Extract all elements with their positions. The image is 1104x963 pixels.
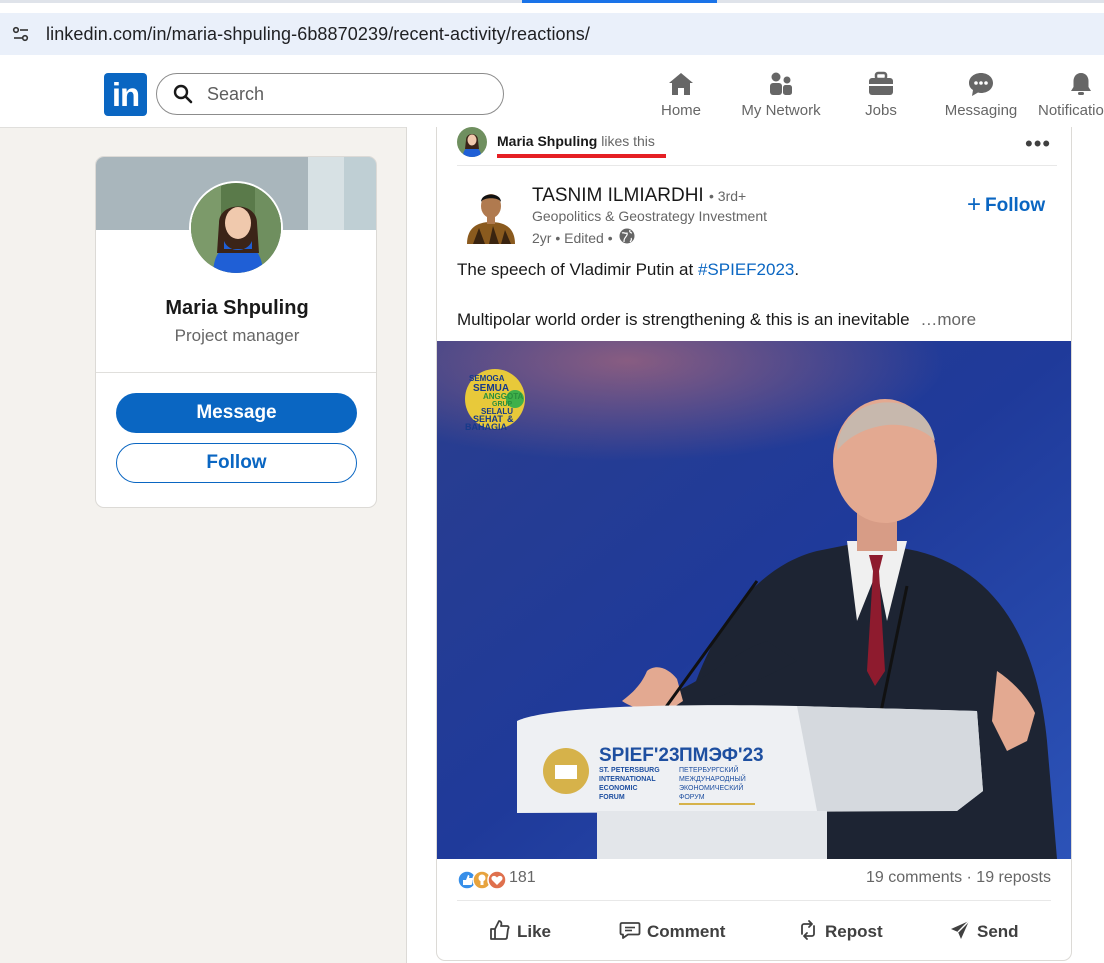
reaction-count[interactable]: 181 (509, 869, 536, 887)
divider (457, 900, 1051, 901)
nav-notifications[interactable]: Notificatio (1038, 70, 1104, 124)
message-button[interactable]: Message (116, 393, 357, 433)
comments-reposts-count[interactable]: 19 comments · 19 reposts (866, 869, 1051, 887)
svg-text:BAHAGIA: BAHAGIA (465, 422, 507, 432)
home-icon (666, 70, 696, 98)
comment-button[interactable]: Comment (619, 917, 725, 947)
post-image[interactable]: SEMOGA SEMUA ANGGOTA GRUP SELALU SEHAT &… (437, 341, 1071, 859)
svg-text:МЕЖДУНАРОДНЫЙ: МЕЖДУНАРОДНЫЙ (679, 774, 746, 783)
svg-text:FORUM: FORUM (599, 794, 625, 801)
repost-button[interactable]: Repost (797, 917, 883, 947)
hashtag-link[interactable]: #SPIEF2023 (698, 260, 794, 279)
social-context-header: Maria Shpuling likes this ••• (457, 127, 1057, 166)
nav-messaging[interactable]: Messaging (943, 70, 1019, 124)
nav-home[interactable]: Home (656, 70, 706, 124)
thumbs-up-icon (489, 919, 511, 946)
liker-name-link[interactable]: Maria Shpuling (497, 133, 597, 149)
send-button[interactable]: Send (949, 917, 1019, 947)
search-placeholder: Search (207, 83, 265, 104)
send-icon (949, 919, 971, 946)
search-input[interactable]: Search (156, 73, 504, 115)
svg-text:ECONOMIC: ECONOMIC (599, 785, 638, 792)
svg-text:ПМЭФ'23: ПМЭФ'23 (679, 745, 764, 766)
profile-title: Project manager (174, 326, 300, 345)
svg-text:ЭКОНОМИЧЕСКИЙ: ЭКОНОМИЧЕСКИЙ (679, 783, 743, 792)
address-bar[interactable]: linkedin.com/in/maria-shpuling-6b8870239… (0, 13, 1104, 55)
post-timestamp: 2yr • Edited • (532, 228, 635, 247)
more-options-icon[interactable]: ••• (1025, 131, 1051, 157)
network-icon (766, 70, 796, 98)
nav-my-network[interactable]: My Network (738, 70, 824, 124)
svg-text:ПЕТЕРБУРГСКИЙ: ПЕТЕРБУРГСКИЙ (679, 765, 739, 774)
messaging-icon (966, 70, 996, 98)
author-avatar[interactable] (463, 184, 519, 244)
linkedin-logo[interactable]: in (104, 73, 147, 116)
site-settings-icon[interactable] (10, 23, 32, 45)
connection-degree: • 3rd+ (709, 188, 747, 204)
feed-post: Maria Shpuling likes this ••• TASNIM ILM… (436, 127, 1072, 961)
post-text-line-1: The speech of Vladimir Putin at #SPIEF20… (457, 260, 800, 279)
profile-avatar[interactable] (189, 181, 283, 275)
svg-text:INTERNATIONAL: INTERNATIONAL (599, 776, 656, 783)
svg-text:ANGGOTA: ANGGOTA (483, 392, 524, 401)
author-headline: Geopolitics & Geostrategy Investment (532, 208, 767, 224)
profile-name[interactable]: Maria Shpuling (96, 297, 376, 320)
svg-text:ФОРУМ: ФОРУМ (679, 794, 705, 801)
divider (96, 372, 376, 373)
profile-card: Maria Shpuling Project manager Message F… (95, 156, 377, 508)
liker-avatar[interactable] (457, 127, 487, 157)
profile-follow-button[interactable]: Follow (116, 443, 357, 483)
author-follow-button[interactable]: + Follow (967, 190, 1045, 218)
bell-icon (1066, 70, 1096, 98)
reaction-icons[interactable] (457, 869, 507, 891)
svg-text:&: & (507, 414, 514, 424)
author-name[interactable]: TASNIM ILMIARDHI • 3rd+ (532, 185, 746, 207)
search-icon (173, 84, 193, 104)
social-counts: 181 19 comments · 19 reposts (457, 869, 1051, 893)
comment-icon (619, 919, 641, 946)
briefcase-icon (866, 70, 896, 98)
red-underline-annotation (497, 154, 666, 158)
post-text-line-2: Multipolar world order is strengthening … (457, 310, 977, 329)
svg-text:SPIEF'23: SPIEF'23 (599, 745, 680, 766)
repost-icon (797, 919, 819, 946)
see-more-link[interactable]: …more (920, 310, 976, 329)
svg-text:ST. PETERSBURG: ST. PETERSBURG (599, 767, 660, 774)
browser-toolbar: linkedin.com/in/maria-shpuling-6b8870239… (0, 3, 1104, 62)
svg-text:SEMOGA: SEMOGA (469, 374, 505, 383)
nav-jobs[interactable]: Jobs (859, 70, 903, 124)
globe-icon (619, 228, 635, 247)
like-button[interactable]: Like (489, 917, 551, 947)
likes-context-text: Maria Shpuling likes this (497, 133, 655, 149)
url-text[interactable]: linkedin.com/in/maria-shpuling-6b8870239… (46, 24, 590, 45)
